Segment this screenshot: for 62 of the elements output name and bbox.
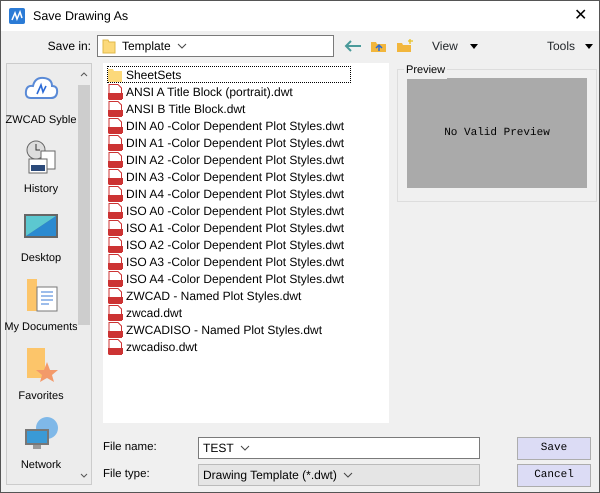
file-item[interactable]: ISO A2 -Color Dependent Plot Styles.dwt [107, 236, 389, 253]
save-button[interactable]: Save [517, 436, 591, 460]
caret-icon [585, 44, 593, 48]
network-icon [23, 415, 59, 451]
cancel-button[interactable]: Cancel [517, 464, 591, 486]
scrollbar-thumb[interactable] [78, 85, 90, 325]
sidebar-place[interactable]: ZWCAD Syble [1, 70, 81, 139]
dwt-file-icon [107, 100, 123, 116]
dwt-file-icon [107, 288, 123, 304]
file-item[interactable]: DIN A4 -Color Dependent Plot Styles.dwt [107, 185, 389, 202]
dwt-file-icon [107, 84, 123, 100]
file-item[interactable]: zwcad.dwt [107, 304, 389, 321]
close-button[interactable]: ✕ [570, 8, 591, 24]
folder-icon [102, 38, 116, 54]
file-item[interactable]: ISO A4 -Color Dependent Plot Styles.dwt [107, 270, 389, 287]
back-arrow-icon[interactable] [344, 39, 362, 53]
file-item[interactable]: DIN A1 -Color Dependent Plot Styles.dwt [107, 134, 389, 151]
caret-icon [470, 44, 478, 48]
app-icon [9, 8, 25, 24]
up-folder-icon[interactable] [370, 39, 388, 53]
tools-menu[interactable]: Tools [546, 37, 593, 55]
file-item[interactable]: DIN A2 -Color Dependent Plot Styles.dwt [107, 151, 389, 168]
file-item[interactable]: ANSI B Title Block.dwt [107, 100, 389, 117]
file-name-field[interactable]: TEST [198, 437, 480, 459]
file-item[interactable]: ANSI A Title Block (portrait).dwt [107, 83, 389, 100]
dwt-file-icon [107, 134, 123, 150]
save-in-label: Save in: [46, 38, 92, 55]
sidebar-place[interactable]: My Documents [1, 277, 81, 346]
chevron-icon [342, 472, 353, 478]
dwt-file-icon [107, 322, 123, 338]
file-item[interactable]: SheetSets [107, 66, 351, 83]
dwt-file-icon [107, 118, 123, 134]
file-item[interactable]: ISO A0 -Color Dependent Plot Styles.dwt [107, 202, 389, 219]
dwt-file-icon [107, 254, 123, 270]
location-dropdown[interactable]: Template [97, 35, 334, 57]
sidebar-place[interactable]: Favorites [1, 346, 81, 415]
file-item[interactable]: DIN A0 -Color Dependent Plot Styles.dwt [107, 117, 389, 134]
dwt-file-icon [107, 168, 123, 184]
file-item[interactable]: ZWCAD - Named Plot Styles.dwt [107, 287, 389, 304]
dwt-file-icon [107, 304, 123, 320]
preview-title: Preview [404, 62, 448, 78]
file-item[interactable]: DIN A3 -Color Dependent Plot Styles.dwt [107, 168, 389, 185]
folder-icon [107, 66, 123, 82]
file-type-dropdown[interactable]: Drawing Template (*.dwt) [198, 464, 480, 486]
file-type-label: File type: [103, 467, 151, 482]
file-name-label: File name: [103, 440, 158, 456]
dwt-file-icon [107, 152, 123, 168]
view-menu[interactable]: View [432, 37, 478, 55]
chevron-icon [176, 43, 187, 49]
chevron-icon [240, 445, 250, 451]
preview-message: No Valid Preview [444, 126, 550, 141]
dwt-file-icon [107, 186, 123, 202]
file-item[interactable]: ZWCADISO - Named Plot Styles.dwt [107, 321, 389, 338]
dwt-file-icon [107, 338, 123, 354]
dwt-file-icon [107, 236, 123, 252]
window-title: Save Drawing As [33, 8, 128, 25]
file-item[interactable]: ISO A1 -Color Dependent Plot Styles.dwt [107, 219, 389, 236]
dwt-file-icon [107, 270, 123, 286]
file-item[interactable]: zwcadiso.dwt [107, 338, 389, 355]
dwt-file-icon [107, 202, 123, 218]
file-item[interactable]: ISO A3 -Color Dependent Plot Styles.dwt [107, 253, 389, 270]
dwt-file-icon [107, 220, 123, 236]
